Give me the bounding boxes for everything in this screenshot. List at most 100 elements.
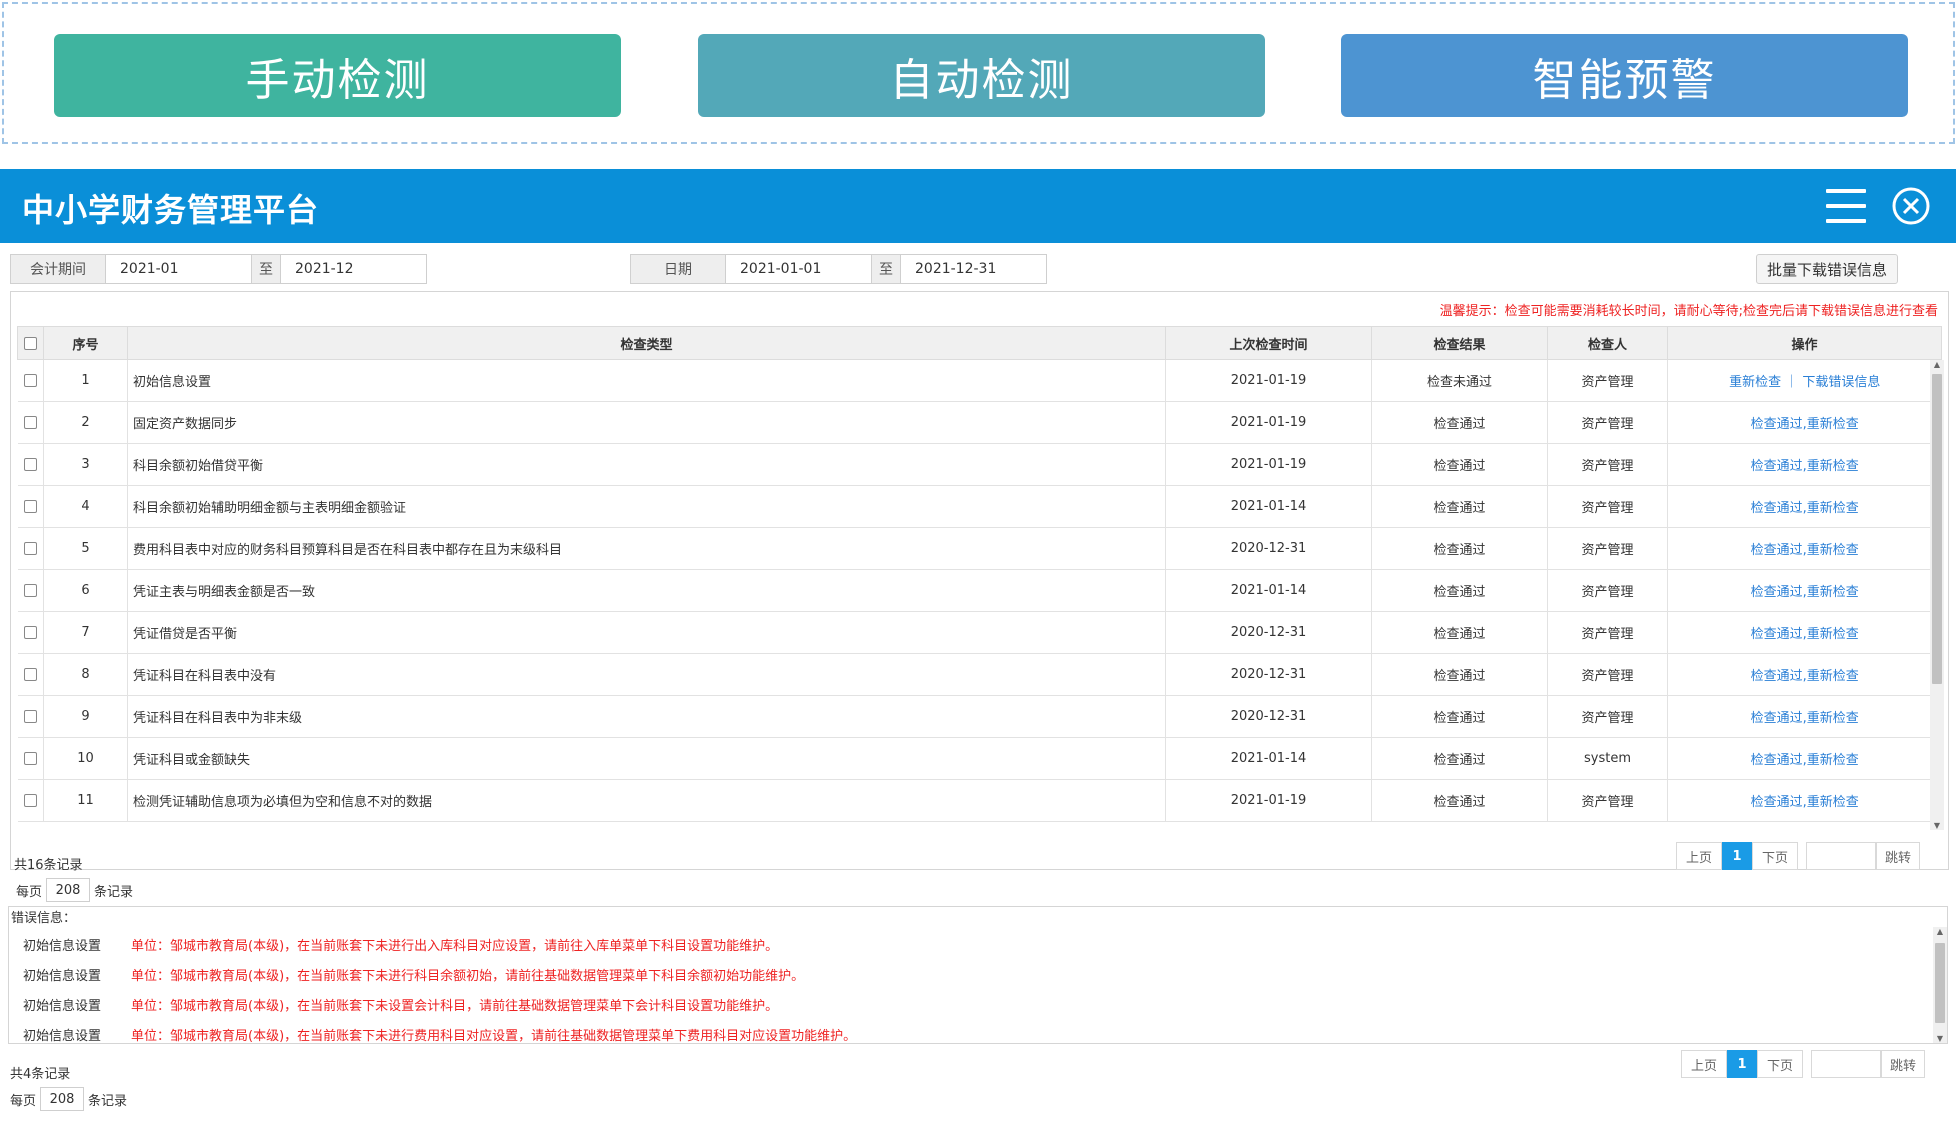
row-no: 11 — [43, 779, 128, 822]
row-result: 检查通过 — [1371, 653, 1548, 696]
row-checker: 资产管理 — [1547, 401, 1668, 444]
period-to-input[interactable]: 2021-12 — [280, 254, 427, 284]
error-scrollbar[interactable]: ▲ ▼ — [1933, 927, 1947, 1043]
row-result: 检查通过 — [1371, 443, 1548, 486]
row-op-link[interactable]: 检查通过,重新检查 — [1667, 401, 1942, 444]
row-op-link[interactable]: 检查通过,重新检查 — [1667, 779, 1942, 822]
row-op-link[interactable]: 检查通过,重新检查 — [1667, 611, 1942, 654]
row-time: 2021-01-14 — [1165, 485, 1372, 528]
row-checkbox[interactable] — [17, 779, 44, 822]
tip-text: 温馨提示：检查可能需要消耗较长时间，请耐心等待;检查完后请下载错误信息进行查看 — [1439, 304, 1938, 319]
row-op-link[interactable]: 重新检查 ｜ 下载错误信息 — [1667, 359, 1942, 402]
row-type: 费用科目表中对应的财务科目预算科目是否在科目表中都存在且为末级科目 — [127, 527, 1166, 570]
manual-detect-button[interactable]: 手动检测 — [54, 34, 621, 117]
row-checkbox[interactable] — [17, 485, 44, 528]
row-time: 2021-01-14 — [1165, 569, 1372, 612]
row-no: 5 — [43, 527, 128, 570]
error-pager-jump-input[interactable] — [1811, 1050, 1881, 1078]
row-type: 科目余额初始辅助明细金额与主表明细金额验证 — [127, 485, 1166, 528]
row-no: 3 — [43, 443, 128, 486]
row-op-link[interactable]: 检查通过,重新检查 — [1667, 737, 1942, 780]
error-row: 初始信息设置 单位：邹城市教育局(本级)，在当前账套下未进行科目余额初始，请前往… — [23, 965, 804, 984]
row-checker: 资产管理 — [1547, 779, 1668, 822]
table-pager: 上页 1 下页 跳转 — [1676, 842, 1920, 870]
table-scrollbar[interactable]: ▲ ▼ — [1930, 360, 1944, 830]
row-checker: system — [1547, 737, 1668, 780]
error-pager-jump-button[interactable]: 跳转 — [1881, 1050, 1925, 1078]
row-no: 6 — [43, 569, 128, 612]
row-checkbox[interactable] — [17, 401, 44, 444]
row-result: 检查通过 — [1371, 611, 1548, 654]
per-page-suffix: 条记录 — [88, 1093, 128, 1109]
row-checkbox[interactable] — [17, 527, 44, 570]
error-category: 初始信息设置 — [23, 1029, 102, 1044]
date-to-input[interactable]: 2021-12-31 — [900, 254, 1047, 284]
row-time: 2021-01-19 — [1165, 779, 1372, 822]
row-op-link[interactable]: 检查通过,重新检查 — [1667, 443, 1942, 486]
period-from-input[interactable]: 2021-01 — [105, 254, 252, 284]
per-page-prefix: 每页 — [16, 884, 43, 900]
error-category: 初始信息设置 — [23, 939, 102, 954]
per-page-input[interactable]: 208 — [46, 878, 91, 902]
scroll-up-icon[interactable]: ▲ — [1933, 927, 1947, 936]
pager-prev-button[interactable]: 上页 — [1676, 842, 1722, 870]
error-pager-current-page[interactable]: 1 — [1727, 1050, 1757, 1078]
per-page-input[interactable]: 208 — [40, 1087, 85, 1111]
period-separator: 至 — [251, 254, 281, 284]
row-time: 2021-01-19 — [1165, 401, 1372, 444]
pager-jump-input[interactable] — [1806, 842, 1876, 870]
row-checkbox[interactable] — [17, 359, 44, 402]
error-pager-prev-button[interactable]: 上页 — [1681, 1050, 1727, 1078]
row-type: 凭证科目在科目表中没有 — [127, 653, 1166, 696]
table-row: 1 初始信息设置 2021-01-19 检查未通过 资产管理 重新检查 ｜ 下载… — [17, 359, 1942, 402]
pager-jump-button[interactable]: 跳转 — [1876, 842, 1920, 870]
row-checker: 资产管理 — [1547, 443, 1668, 486]
table-row: 6 凭证主表与明细表金额是否一致 2021-01-14 检查通过 资产管理 检查… — [17, 569, 1942, 612]
row-no: 7 — [43, 611, 128, 654]
row-type: 凭证科目在科目表中为非末级 — [127, 695, 1166, 738]
error-category: 初始信息设置 — [23, 999, 102, 1014]
row-checkbox[interactable] — [17, 695, 44, 738]
row-op-link[interactable]: 检查通过,重新检查 — [1667, 653, 1942, 696]
col-header-op: 操作 — [1667, 326, 1942, 360]
row-checkbox[interactable] — [17, 569, 44, 612]
scroll-down-icon[interactable]: ▼ — [1933, 1034, 1947, 1043]
row-op-link[interactable]: 检查通过,重新检查 — [1667, 485, 1942, 528]
check-table-body: 1 初始信息设置 2021-01-19 检查未通过 资产管理 重新检查 ｜ 下载… — [17, 359, 1942, 822]
row-result: 检查通过 — [1371, 779, 1548, 822]
row-checkbox[interactable] — [17, 443, 44, 486]
smart-warning-button[interactable]: 智能预警 — [1341, 34, 1908, 117]
error-panel: 错误信息： 初始信息设置 单位：邹城市教育局(本级)，在当前账套下未进行出入库科… — [8, 906, 1948, 1044]
row-checker: 资产管理 — [1547, 653, 1668, 696]
row-op-link[interactable]: 检查通过,重新检查 — [1667, 695, 1942, 738]
row-checkbox[interactable] — [17, 611, 44, 654]
table-scroll-thumb[interactable] — [1932, 374, 1942, 684]
table-row: 7 凭证借贷是否平衡 2020-12-31 检查通过 资产管理 检查通过,重新检… — [17, 611, 1942, 654]
error-row: 初始信息设置 单位：邹城市教育局(本级)，在当前账套下未设置会计科目，请前往基础… — [23, 995, 778, 1014]
row-result: 检查通过 — [1371, 485, 1548, 528]
close-icon[interactable] — [1891, 186, 1931, 226]
table-row: 9 凭证科目在科目表中为非末级 2020-12-31 检查通过 资产管理 检查通… — [17, 695, 1942, 738]
row-checkbox[interactable] — [17, 653, 44, 696]
app-title: 中小学财务管理平台 — [22, 191, 320, 229]
select-all-checkbox[interactable] — [17, 326, 44, 360]
period-label: 会计期间 — [10, 254, 106, 284]
date-from-input[interactable]: 2021-01-01 — [725, 254, 872, 284]
scroll-down-icon[interactable]: ▼ — [1930, 821, 1944, 830]
row-op-link[interactable]: 检查通过,重新检查 — [1667, 527, 1942, 570]
table-per-page: 每页 208 条记录 — [16, 878, 133, 902]
error-scroll-thumb[interactable] — [1935, 943, 1945, 1023]
row-checkbox[interactable] — [17, 737, 44, 780]
auto-detect-button[interactable]: 自动检测 — [698, 34, 1265, 117]
pager-next-button[interactable]: 下页 — [1752, 842, 1798, 870]
error-pager-next-button[interactable]: 下页 — [1757, 1050, 1803, 1078]
batch-download-button[interactable]: 批量下载错误信息 — [1756, 254, 1898, 284]
row-checker: 资产管理 — [1547, 569, 1668, 612]
pager-current-page[interactable]: 1 — [1722, 842, 1752, 870]
row-time: 2020-12-31 — [1165, 611, 1372, 654]
row-checker: 资产管理 — [1547, 485, 1668, 528]
table-row: 11 检测凭证辅助信息项为必填但为空和信息不对的数据 2021-01-19 检查… — [17, 779, 1942, 822]
menu-icon[interactable] — [1826, 189, 1866, 223]
row-op-link[interactable]: 检查通过,重新检查 — [1667, 569, 1942, 612]
scroll-up-icon[interactable]: ▲ — [1930, 360, 1944, 369]
